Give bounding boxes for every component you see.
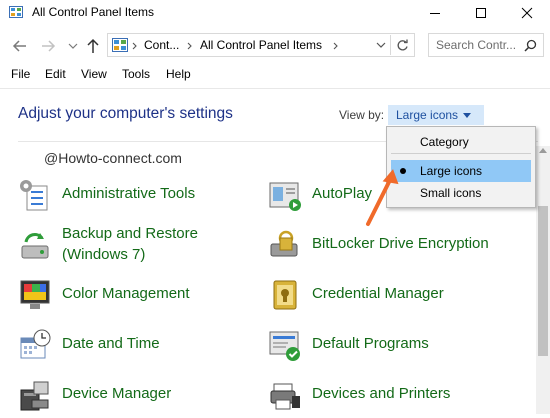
close-icon	[521, 7, 533, 19]
devices-printers-icon	[270, 383, 300, 410]
menu-option-small-icons[interactable]: Small icons	[391, 182, 531, 204]
item-label[interactable]: BitLocker Drive Encryption	[312, 234, 489, 254]
minimize-icon	[430, 13, 440, 14]
caret-down-icon	[463, 113, 471, 118]
maximize-button[interactable]	[458, 0, 504, 26]
option-label: Category	[420, 135, 469, 149]
navigation-bar: Cont... All Control Panel Items Search C…	[0, 30, 550, 62]
view-by-dropdown[interactable]: Large icons	[388, 105, 484, 125]
item-label-line2[interactable]: (Windows 7)	[62, 245, 145, 265]
chevron-right-icon	[333, 42, 338, 50]
vertical-scrollbar[interactable]	[536, 146, 550, 414]
menu-separator	[391, 153, 531, 154]
device-manager-icon	[20, 381, 49, 411]
date-time-icon	[20, 329, 51, 359]
watermark: @Howto-connect.com	[44, 150, 182, 166]
search-box[interactable]: Search Contr...	[428, 33, 544, 57]
scrollbar-thumb[interactable]	[538, 206, 548, 356]
menu-help[interactable]: Help	[166, 67, 191, 81]
item-label[interactable]: Device Manager	[62, 384, 171, 404]
chevron-down-icon	[68, 43, 78, 49]
item-label[interactable]: Administrative Tools	[62, 184, 195, 204]
item-label[interactable]: Devices and Printers	[312, 384, 450, 404]
bitlocker-icon	[270, 230, 298, 257]
autoplay-icon	[269, 182, 301, 211]
close-button[interactable]	[504, 0, 550, 26]
menu-view[interactable]: View	[81, 67, 107, 81]
annotation-arrow-icon	[366, 169, 399, 226]
view-by-label: View by:	[339, 108, 385, 122]
item-label[interactable]: Date and Time	[62, 334, 160, 354]
credential-manager-icon	[273, 280, 297, 310]
window-title: All Control Panel Items	[32, 5, 155, 19]
title-bar: All Control Panel Items	[0, 0, 550, 26]
forward-button[interactable]	[38, 36, 58, 56]
minimize-button[interactable]	[412, 0, 458, 26]
chevron-right-icon	[132, 42, 137, 50]
address-history-button[interactable]	[374, 37, 388, 53]
item-label[interactable]: Backup and Restore	[62, 224, 198, 244]
view-by-value: Large icons	[396, 108, 459, 122]
menu-file[interactable]: File	[11, 67, 30, 81]
address-bar[interactable]: Cont... All Control Panel Items	[107, 33, 415, 57]
breadcrumb-parent[interactable]: Cont...	[144, 38, 179, 52]
chevron-right-icon	[187, 42, 192, 50]
menu-divider	[0, 88, 550, 89]
menu-edit[interactable]: Edit	[45, 67, 66, 81]
refresh-button[interactable]	[390, 35, 413, 55]
menu-bar: File Edit View Tools Help	[0, 64, 550, 86]
administrative-tools-icon	[20, 180, 48, 211]
arrow-up-icon	[87, 38, 99, 53]
arrow-left-icon	[12, 40, 26, 52]
menu-option-large-icons[interactable]: Large icons	[391, 160, 531, 182]
menu-tools[interactable]: Tools	[122, 67, 150, 81]
search-icon	[524, 39, 537, 52]
up-button[interactable]	[83, 36, 103, 56]
control-panel-app-icon	[9, 6, 23, 18]
page-title: Adjust your computer's settings	[18, 105, 233, 122]
option-label: Small icons	[420, 186, 482, 200]
maximize-icon	[476, 8, 486, 18]
menu-option-category[interactable]: Category	[391, 131, 531, 153]
view-by-menu: Category Large icons Small icons	[386, 126, 536, 208]
control-panel-icon	[112, 38, 128, 52]
option-label: Large icons	[420, 164, 483, 178]
scroll-up-icon[interactable]	[539, 148, 547, 153]
back-button[interactable]	[10, 36, 30, 56]
refresh-icon	[397, 39, 408, 50]
default-programs-icon	[269, 331, 300, 361]
item-label[interactable]: Credential Manager	[312, 284, 444, 304]
breadcrumb-current[interactable]: All Control Panel Items	[200, 38, 322, 52]
chevron-down-icon	[376, 42, 386, 48]
item-label[interactable]: Color Management	[62, 284, 190, 304]
color-management-icon	[20, 280, 50, 309]
item-label[interactable]: Default Programs	[312, 334, 429, 354]
backup-restore-icon	[21, 233, 49, 259]
search-input[interactable]: Search Contr...	[436, 38, 516, 52]
recent-locations-button[interactable]	[63, 36, 83, 56]
arrow-right-icon	[42, 40, 56, 52]
